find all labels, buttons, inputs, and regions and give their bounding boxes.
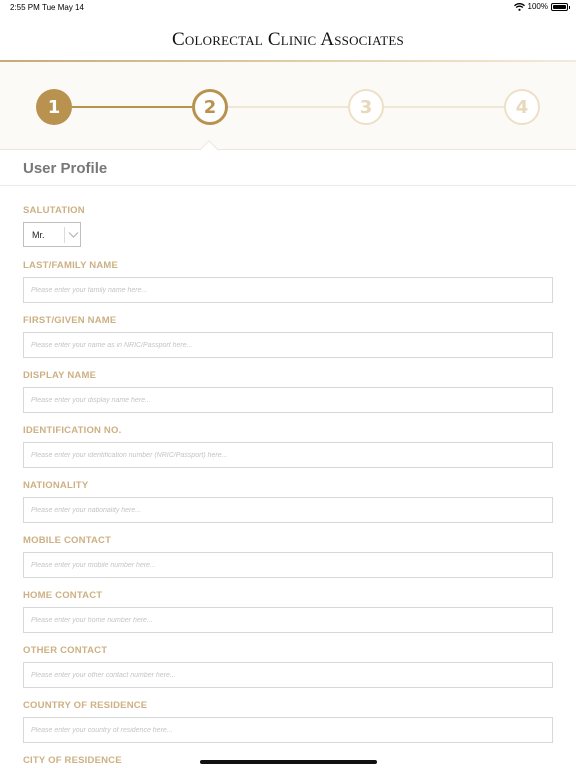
step-connector-1 bbox=[72, 106, 192, 108]
step-connector-3 bbox=[384, 106, 506, 108]
salutation-value: Mr. bbox=[32, 230, 45, 240]
country-residence-label: COUNTRY OF RESIDENCE bbox=[23, 700, 148, 711]
city-residence-label: CITY OF RESIDENCE bbox=[23, 755, 122, 766]
select-separator bbox=[64, 227, 65, 243]
chevron-down-icon bbox=[68, 232, 79, 238]
identification-label: IDENTIFICATION NO. bbox=[23, 425, 122, 436]
salutation-label: SALUTATION bbox=[23, 205, 85, 216]
other-contact-input[interactable] bbox=[23, 662, 553, 688]
salutation-select[interactable]: Mr. bbox=[23, 222, 81, 247]
step-connector-2 bbox=[228, 106, 350, 108]
nationality-label: NATIONALITY bbox=[23, 480, 89, 491]
app-header: Colorectal Clinic Associates bbox=[0, 14, 576, 62]
country-residence-input[interactable] bbox=[23, 717, 553, 743]
other-contact-label: OTHER CONTACT bbox=[23, 645, 108, 656]
status-right: 100% bbox=[513, 2, 570, 11]
section-divider bbox=[0, 185, 576, 186]
mobile-contact-label: MOBILE CONTACT bbox=[23, 535, 112, 546]
status-date: Tue May 14 bbox=[42, 3, 84, 12]
nationality-input[interactable] bbox=[23, 497, 553, 523]
mobile-contact-input[interactable] bbox=[23, 552, 553, 578]
home-contact-input[interactable] bbox=[23, 607, 553, 633]
first-name-label: FIRST/GIVEN NAME bbox=[23, 315, 117, 326]
home-indicator[interactable] bbox=[200, 760, 377, 764]
step-3[interactable]: 3 bbox=[348, 89, 384, 125]
last-name-input[interactable] bbox=[23, 277, 553, 303]
step-4[interactable]: 4 bbox=[504, 89, 540, 125]
status-bar: 2:55 PM Tue May 14 100% bbox=[0, 0, 576, 14]
step-1[interactable]: 1 bbox=[36, 89, 72, 125]
wifi-icon bbox=[513, 2, 525, 11]
display-name-input[interactable] bbox=[23, 387, 553, 413]
brand-logo: Colorectal Clinic Associates bbox=[172, 29, 404, 50]
status-time: 2:55 PM bbox=[10, 3, 40, 12]
home-contact-label: HOME CONTACT bbox=[23, 590, 103, 601]
progress-stepper: 1 2 3 4 bbox=[0, 62, 576, 150]
display-name-label: DISPLAY NAME bbox=[23, 370, 97, 381]
battery-icon bbox=[551, 2, 570, 11]
first-name-input[interactable] bbox=[23, 332, 553, 358]
section-title: User Profile bbox=[23, 160, 108, 177]
step-2[interactable]: 2 bbox=[192, 89, 228, 125]
last-name-label: LAST/FAMILY NAME bbox=[23, 260, 119, 271]
battery-percentage: 100% bbox=[527, 2, 548, 11]
identification-input[interactable] bbox=[23, 442, 553, 468]
